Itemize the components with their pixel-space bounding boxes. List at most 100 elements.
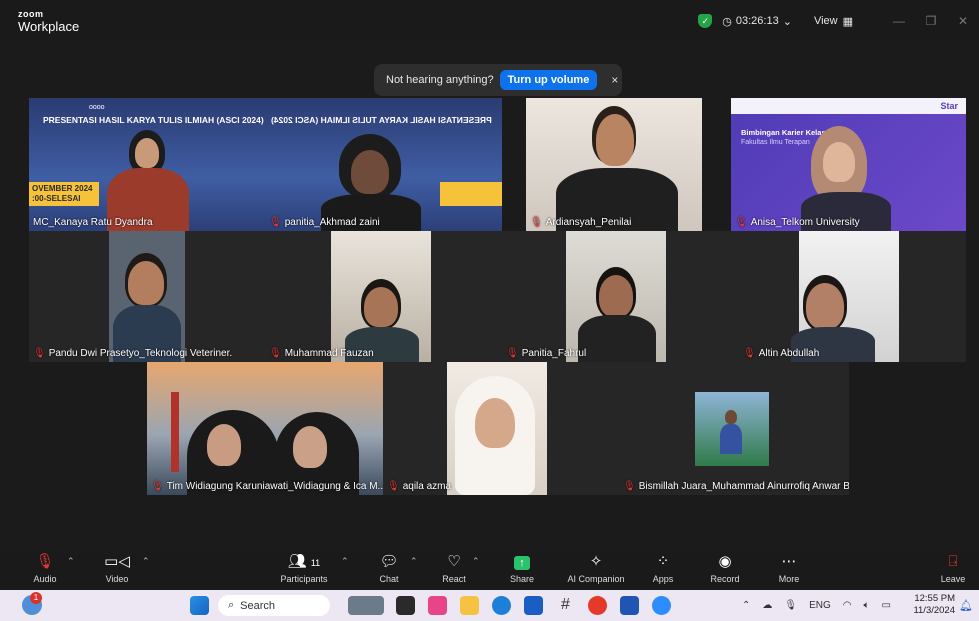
video-gallery: Not hearing anything? Turn up volume × o…: [0, 42, 979, 546]
date-line: OVEMBER 2024: [32, 184, 93, 193]
title-bar: zoom Workplace ✓ ◷ 03:26:13 ⌄ View ▦ — ❐…: [0, 0, 979, 42]
more-button[interactable]: ⋯ More: [776, 546, 802, 590]
participant-name: 🎙︎ Bismillah Juara_Muhammad Ainurrofiq An…: [623, 481, 849, 492]
share-screen-icon: ↑: [514, 552, 530, 572]
react-options-icon[interactable]: ⌃: [472, 556, 480, 567]
participants-options-icon[interactable]: ⌃: [341, 556, 349, 567]
video-tile-11[interactable]: 🎙︎ Bismillah Juara_Muhammad Ainurrofiq An…: [619, 362, 849, 495]
participant-name: 🎙︎ Panitia_Fahrul: [506, 348, 587, 359]
participant-face: [725, 410, 737, 424]
close-window-button[interactable]: ✕: [947, 0, 979, 42]
participant-face: [364, 287, 398, 327]
video-tile-5[interactable]: 🎙︎ Pandu Dwi Prasetyo_Teknologi Veteriner…: [29, 231, 265, 362]
react-button[interactable]: ♡ React: [440, 546, 468, 590]
video-options-icon[interactable]: ⌃: [142, 556, 150, 567]
clock-time: 12:55 PM: [914, 593, 955, 604]
mic-muted-icon: 🎙︎: [506, 348, 519, 359]
heart-icon: ♡: [447, 553, 461, 570]
widgets-icon[interactable]: [348, 596, 384, 615]
video-tile-8[interactable]: 🎙︎ Altin Abdullah: [739, 231, 966, 362]
bell-icon[interactable]: 🔔︎: [959, 599, 973, 612]
chat-button[interactable]: 💬︎ Chat: [376, 546, 402, 590]
edge-icon[interactable]: [492, 596, 511, 615]
slide-subtitle: Fakultas Ilmu Terapan: [741, 139, 810, 146]
language-indicator[interactable]: ENG: [809, 600, 831, 611]
meeting-toolbar: 🎙︎ Audio ⌃ ▭◁ Video ⌃ 👥︎ 11 Participants …: [0, 546, 979, 590]
video-button[interactable]: ▭◁ Video: [100, 546, 134, 590]
participant-face: [207, 424, 241, 466]
video-camera-icon: ▭◁: [104, 553, 130, 570]
weather-icon[interactable]: 1: [22, 592, 42, 615]
mic-muted-icon: 🎙︎: [269, 348, 282, 359]
apps-icon: ⁘: [656, 553, 670, 570]
timer-text: 03:26:13: [735, 15, 779, 27]
video-tile-1[interactable]: oooo PRESENTASI HASIL KARYA TULIS ILMIAH…: [29, 98, 265, 231]
audio-options-icon[interactable]: ⌃: [67, 556, 75, 567]
meeting-timer[interactable]: ◷ 03:26:13 ⌄: [722, 15, 792, 28]
video-tile-2[interactable]: PRESENTASI HASIL KARYA TULIS ILMIAH (ASC…: [265, 98, 502, 231]
mic-muted-icon: 🎙︎: [387, 481, 400, 492]
zoom-logo: zoom Workplace: [18, 9, 80, 34]
start-icon[interactable]: [190, 596, 209, 615]
store-icon[interactable]: [524, 596, 543, 615]
mic-muted-icon: 🎙︎: [151, 481, 164, 492]
taskbar-search[interactable]: ⌕ Search: [218, 595, 330, 616]
zoom-taskbar-icon[interactable]: [652, 596, 671, 615]
video-tile-4[interactable]: Star Bimbingan Karier Kelas Fakultas Ilm…: [731, 98, 966, 231]
chrome-icon[interactable]: [588, 596, 607, 615]
chat-options-icon[interactable]: ⌃: [410, 556, 418, 567]
view-button[interactable]: View ▦: [814, 15, 853, 28]
logo-name: Workplace: [18, 18, 80, 34]
audio-button[interactable]: 🎙︎ Audio: [28, 546, 62, 590]
mic-muted-icon: 🎙︎: [530, 217, 543, 228]
gallery-icon[interactable]: [428, 596, 447, 615]
mic-muted-icon: 🎙︎: [623, 481, 636, 492]
chevron-down-icon: ⌄: [782, 15, 792, 28]
record-button[interactable]: ◉ Record: [708, 546, 742, 590]
video-tile-6[interactable]: 🎙︎ Muhammad Fauzan: [265, 231, 502, 362]
record-icon: ◉: [718, 553, 732, 570]
notification-badge: 1: [30, 592, 42, 604]
turn-up-volume-button[interactable]: Turn up volume: [499, 70, 598, 90]
participant-face: [475, 398, 515, 448]
video-tile-9[interactable]: 🎙︎ Tim Widiagung Karuniawati_Widiagung & …: [147, 362, 383, 495]
apps-button[interactable]: ⁘ Apps: [650, 546, 676, 590]
participant-body: [578, 315, 656, 362]
cloud-icon[interactable]: ☁︎: [762, 600, 772, 611]
video-tile-3[interactable]: 🎙︎ Ardiansyah_Penilai: [526, 98, 702, 231]
shield-icon[interactable]: ✓: [698, 14, 713, 28]
search-icon: ⌕: [228, 599, 235, 611]
participant-name: MC_Kanaya Ratu Dyandra: [33, 217, 153, 228]
participant-name: 🎙︎ Tim Widiagung Karuniawati_Widiagung & …: [151, 481, 383, 492]
participant-face: [806, 283, 844, 329]
leave-button[interactable]: ⍈ Leave: [938, 546, 968, 590]
participant-name: 🎙︎ Pandu Dwi Prasetyo_Teknologi Veteriner…: [33, 348, 233, 359]
close-notice-icon[interactable]: ×: [611, 73, 618, 87]
participants-button[interactable]: 👥︎ 11 Participants: [276, 546, 332, 590]
word-icon[interactable]: [620, 596, 639, 615]
minimize-button[interactable]: —: [883, 0, 915, 42]
search-placeholder: Search: [240, 599, 276, 612]
taskbar-clock[interactable]: 12:55 PM 11/3/2024: [913, 593, 955, 617]
maximize-button[interactable]: ❐: [915, 0, 947, 42]
leave-icon: ⍈: [948, 553, 958, 570]
chevron-up-icon[interactable]: ⌃: [742, 600, 750, 611]
slack-icon[interactable]: #: [556, 596, 575, 615]
microphone-icon[interactable]: 🎙︎: [784, 600, 797, 611]
video-tile-7[interactable]: 🎙︎ Panitia_Fahrul: [502, 231, 739, 362]
share-button[interactable]: ↑ Share: [508, 546, 536, 590]
participant-face: [823, 142, 855, 182]
ai-companion-button[interactable]: ✧ AI Companion: [564, 546, 628, 590]
windows-taskbar: 1 ⌕ Search # ⌃ ☁︎ 🎙︎ ENG ◠ 🔈︎ ▭ 12:55 PM…: [0, 590, 979, 621]
battery-icon[interactable]: ▭: [882, 600, 891, 611]
date-badge: [440, 182, 502, 206]
banner-title-mirrored: PRESENTASI HASIL KARYA TULIS ILMIAH (ASC…: [271, 115, 492, 125]
time-line: :00-SELESAI: [32, 194, 81, 203]
file-explorer-icon[interactable]: [460, 596, 479, 615]
video-tile-10[interactable]: 🎙︎ aqila azma: [383, 362, 619, 495]
task-view-icon[interactable]: [396, 596, 415, 615]
banner-title: PRESENTASI HASIL KARYA TULIS ILMIAH (ASC…: [43, 115, 264, 125]
volume-muted-icon[interactable]: 🔈︎: [864, 600, 870, 611]
participant-name: 🎙︎ Muhammad Fauzan: [269, 348, 374, 359]
wifi-icon[interactable]: ◠: [843, 600, 852, 611]
